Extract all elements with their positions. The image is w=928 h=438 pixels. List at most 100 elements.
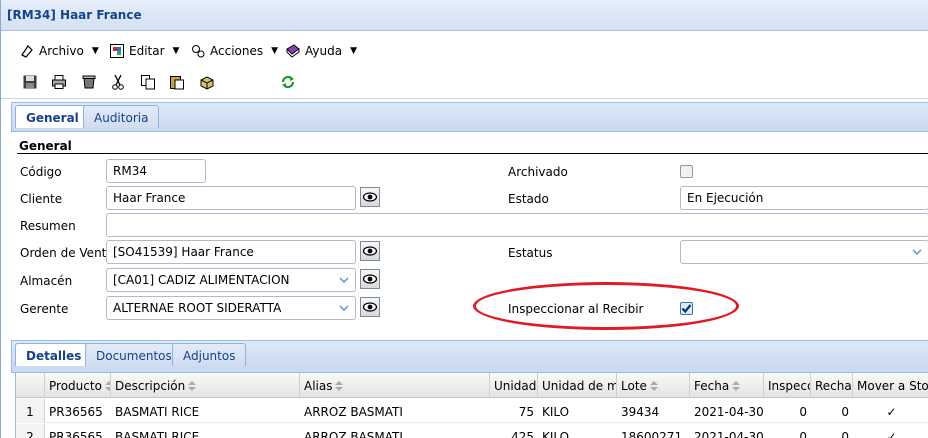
header-inspeccionado[interactable]: Inspeccionado [764,373,811,398]
menu-editar[interactable]: Editar ▼ [109,42,179,60]
gerente-select[interactable]: ALTERNAE ROOT SIDERATTA [106,296,356,320]
cell-unidad-medida: KILO [542,405,570,419]
table-row[interactable]: 2 PR36565 BASMATI RICE ARROZ BASMATI 425… [16,424,928,438]
edit-icon [110,44,124,58]
header-descripcion[interactable]: Descripción [111,373,300,398]
gerente-value: ALTERNAE ROOT SIDERATTA [113,301,282,315]
menu-archivo[interactable]: Archivo ▼ [19,42,99,60]
cell-producto: PR36565 [49,430,103,438]
resumen-label: Resumen [20,219,76,233]
cell-mover-stock: ✓ [886,405,897,419]
orden-venta-label: Orden de Venta [20,246,114,260]
tab-detalles[interactable]: Detalles [15,343,93,368]
header-mover-stock[interactable]: Mover a Stock [853,373,928,398]
gerente-lookup-button[interactable] [360,297,380,317]
cell-inspeccionado: 0 [799,405,807,419]
header-lote[interactable]: Lote [617,373,690,398]
menu-ayuda[interactable]: Ayuda ▼ [285,42,357,60]
save-icon[interactable] [22,74,38,90]
cell-fecha: 2021-04-30 [694,430,764,438]
menu-acciones[interactable]: Acciones ▼ [190,42,278,60]
cell-unidad-medida: KILO [542,430,570,438]
chevron-down-icon [339,305,349,311]
header-label: Descripción [115,379,186,393]
chevron-down-icon: ▼ [271,46,279,56]
orden-venta-field[interactable]: [SO41539] Haar France [106,240,356,264]
header-rownum [16,373,45,398]
cut-icon[interactable] [110,74,126,90]
menu-acciones-label: Acciones [210,44,264,58]
estado-field[interactable]: En Ejecución [680,186,928,210]
cliente-lookup-button[interactable] [360,187,380,207]
menu-editar-label: Editar [129,44,165,58]
table-row[interactable]: 1 PR36565 BASMATI RICE ARROZ BASMATI 75 … [16,399,928,423]
cell-unidades: 425 [511,430,534,438]
section-divider [17,153,928,154]
menu-bar: Archivo ▼ Editar ▼ Acciones ▼ Ayuda ▼ [1,35,928,65]
estatus-select[interactable] [680,240,928,264]
header-producto[interactable]: Producto [45,373,111,398]
chevron-down-icon: ▼ [350,46,357,56]
tab-adjuntos[interactable]: Adjuntos [172,343,247,367]
paste-icon[interactable] [169,74,185,90]
sort-icon [649,381,658,391]
detail-tab-strip: Detalles Documentos Adjuntos [11,340,928,368]
cell-descripcion: BASMATI RICE [115,405,200,419]
header-label: Mover a Stock [857,379,928,393]
almacen-label: Almacén [20,274,73,288]
window-title: [RM34] Haar France [7,8,142,22]
clone-icon[interactable] [199,74,215,90]
chevron-down-icon: ▼ [91,46,99,56]
cell-alias: ARROZ BASMATI [304,405,403,419]
orden-venta-lookup-button[interactable] [360,241,380,261]
header-fecha[interactable]: Fecha [690,373,764,398]
grid-header: Producto Descripción Alias Unidades Unid… [16,373,928,398]
copy-icon[interactable] [140,74,156,90]
tab-general[interactable]: General [15,105,90,130]
window-titlebar: [RM34] Haar France [1,0,928,31]
gerente-label: Gerente [20,302,69,316]
cell-rechazado: 0 [841,405,849,419]
menu-archivo-label: Archivo [39,44,84,58]
highlight-annotation [473,282,739,330]
header-label: Rechazado [815,379,852,393]
header-label: Unidades [494,379,537,393]
cell-unidades: 75 [518,405,534,419]
actions-icon [192,45,205,58]
cliente-label: Cliente [20,192,63,206]
header-label: Producto [49,379,102,393]
almacen-lookup-button[interactable] [360,269,380,289]
section-title: General [19,139,72,153]
header-label: Unidad de medida [542,379,616,393]
codigo-field[interactable]: RM34 [106,159,206,183]
header-alias[interactable]: Alias [300,373,490,398]
cell-lote: 18600271 [621,430,683,438]
cell-producto: PR36565 [49,405,103,419]
header-rechazado[interactable]: Rechazado [811,373,853,398]
lookup-icon [362,246,378,256]
file-icon [21,45,33,58]
header-label: Lote [621,379,647,393]
header-label: Fecha [694,379,730,393]
sort-icon [188,381,197,391]
refresh-icon[interactable] [280,74,296,90]
tab-auditoria[interactable]: Auditoria [83,105,160,129]
cliente-field[interactable]: Haar France [106,186,356,210]
delete-icon[interactable] [81,74,97,90]
main-tab-strip: General Auditoria [11,102,928,130]
tab-documentos[interactable]: Documentos [85,343,183,367]
menu-ayuda-label: Ayuda [305,44,343,58]
almacen-select[interactable]: [CA01] CADIZ ALIMENTACION [106,268,356,292]
estado-label: Estado [508,192,549,206]
almacen-value: [CA01] CADIZ ALIMENTACION [113,273,290,287]
header-unidad-medida[interactable]: Unidad de medida [538,373,617,398]
header-unidades[interactable]: Unidades [490,373,538,398]
row-number: 2 [16,424,45,438]
help-book-icon [286,44,300,58]
toolbar [1,66,928,99]
resumen-field[interactable] [106,213,928,237]
print-icon[interactable] [51,74,67,90]
archivado-checkbox[interactable] [680,165,693,178]
cell-descripcion: BASMATI RICE [115,430,200,438]
cell-mover-stock: ✓ [886,430,897,438]
